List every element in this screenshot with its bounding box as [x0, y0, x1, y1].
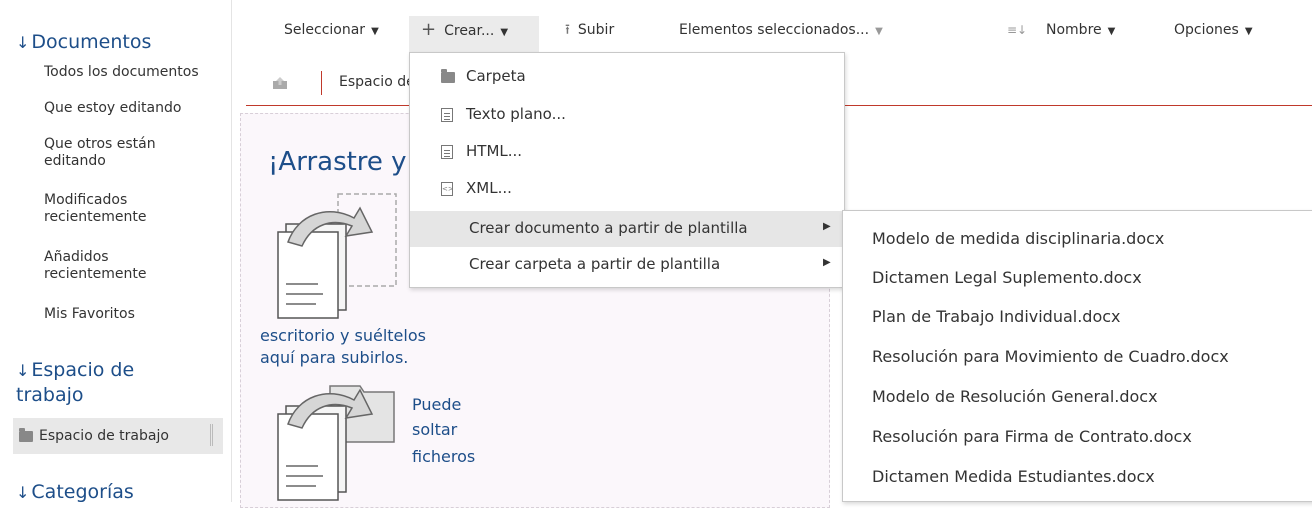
documents-header[interactable]: ↓ Documentos: [16, 30, 151, 55]
sidebar-item-recently-added[interactable]: Añadidos recientemente: [44, 249, 194, 283]
sidebar: ↓ Documentos Todos los documentos Que est…: [0, 0, 232, 502]
drop-zone-text-line1: escritorio y suéltelos: [260, 326, 426, 345]
folder-icon: [19, 427, 33, 442]
options-button[interactable]: Opciones ▼: [1174, 20, 1253, 42]
menu-item-folder-from-template[interactable]: Crear carpeta a partir de plantilla ▶: [410, 247, 844, 283]
upload-button[interactable]: ⭱ Subir: [565, 20, 614, 40]
create-button[interactable]: + Crear... ▼: [421, 20, 508, 43]
sort-field-button[interactable]: Nombre ▼: [1046, 20, 1115, 42]
upload-icon: ⭱: [565, 22, 570, 38]
sidebar-item-recently-modified[interactable]: Modificados recientemente: [44, 192, 194, 226]
template-item[interactable]: Dictamen Legal Suplemento.docx: [872, 268, 1142, 287]
template-submenu: Modelo de medida disciplinaria.docx Dict…: [842, 210, 1312, 502]
sidebar-item-all-documents[interactable]: Todos los documentos: [44, 64, 229, 81]
selected-items-button[interactable]: Elementos seleccionados... ▼: [679, 20, 883, 42]
template-item[interactable]: Plan de Trabajo Individual.docx: [872, 307, 1121, 326]
drag-file-icon: [277, 193, 397, 319]
arrow-down-icon: ↓: [16, 361, 30, 380]
template-item[interactable]: Dictamen Medida Estudiantes.docx: [872, 467, 1155, 486]
chevron-right-icon: ▶: [823, 221, 831, 232]
sidebar-item-others-editing[interactable]: Que otros están editando: [44, 136, 194, 170]
sort-direction-icon[interactable]: ≡↓: [1007, 20, 1027, 40]
menu-item-html[interactable]: HTML...: [410, 134, 844, 170]
text-file-icon: [441, 108, 453, 122]
menu-item-plain-text[interactable]: Texto plano...: [410, 97, 844, 133]
html-file-icon: [441, 145, 453, 159]
create-menu: Carpeta Texto plano... HTML... <> XML...…: [409, 52, 845, 288]
drop-zone-hint-line1: Puede: [412, 395, 462, 414]
folder-icon: [441, 69, 455, 83]
xml-file-icon: <>: [441, 182, 454, 196]
folder-up-icon[interactable]: [273, 77, 287, 89]
resize-handle[interactable]: [210, 424, 213, 446]
drop-zone-hint-line2: soltar: [412, 420, 458, 439]
template-item[interactable]: Resolución para Movimiento de Cuadro.doc…: [872, 347, 1229, 366]
caret-down-icon: ▼: [1244, 26, 1253, 37]
plus-icon: +: [421, 19, 437, 40]
template-item[interactable]: Resolución para Firma de Contrato.docx: [872, 427, 1192, 446]
menu-item-folder[interactable]: Carpeta: [410, 59, 844, 95]
drop-file-folder-icon: [277, 385, 395, 501]
caret-down-icon: ▼: [1107, 26, 1116, 37]
template-item[interactable]: Modelo de medida disciplinaria.docx: [872, 229, 1164, 248]
path-separator: [321, 71, 322, 95]
caret-down-icon: ▼: [371, 26, 379, 37]
drop-zone-title: ¡Arrastre y: [268, 147, 407, 177]
caret-down-icon: ▼: [500, 27, 509, 38]
drop-zone-hint-line3: ficheros: [412, 447, 476, 466]
select-button[interactable]: Seleccionar ▼: [284, 20, 379, 42]
categories-header[interactable]: ↓ Categorías: [16, 480, 134, 502]
sidebar-item-my-editing[interactable]: Que estoy editando: [44, 100, 229, 117]
sidebar-item-workspace[interactable]: Espacio de trabajo: [13, 418, 223, 454]
drop-zone-text-line2: aquí para subirlos.: [260, 348, 409, 367]
menu-item-doc-from-template[interactable]: Crear documento a partir de plantilla ▶: [410, 211, 844, 247]
template-item[interactable]: Modelo de Resolución General.docx: [872, 387, 1158, 406]
arrow-down-icon: ↓: [16, 483, 30, 502]
sidebar-item-favorites[interactable]: Mis Favoritos: [44, 306, 229, 323]
caret-down-icon: ▼: [875, 26, 883, 37]
chevron-right-icon: ▶: [823, 257, 831, 268]
workspace-header[interactable]: ↓ Espacio de trabajo: [16, 358, 186, 407]
menu-item-xml[interactable]: <> XML...: [410, 171, 844, 207]
arrow-down-icon: ↓: [16, 33, 30, 52]
